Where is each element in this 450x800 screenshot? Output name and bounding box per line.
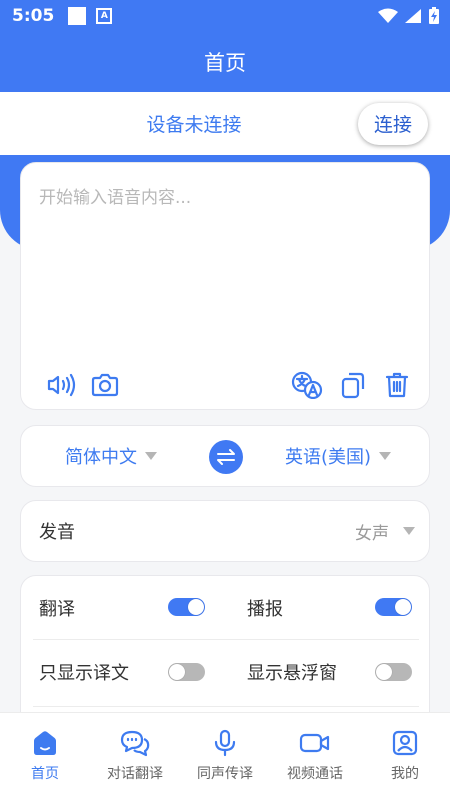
voice-select[interactable]: 女声 (355, 519, 415, 544)
voice-value: 女声 (355, 523, 389, 544)
status-bar: 5:05 A (0, 0, 450, 32)
nav-label-video-call: 视频通话 (287, 766, 343, 782)
bottom-navigation: 首页 对话翻译 同声传译 视频通话 我的 (0, 712, 450, 800)
home-icon (34, 731, 56, 755)
divider (33, 706, 419, 707)
floating-window-toggle-label: 显示悬浮窗 (247, 663, 337, 684)
page-title: 首页 (204, 51, 246, 75)
chevron-down-icon (403, 527, 415, 535)
signal-icon (405, 9, 421, 23)
source-language-label: 简体中文 (65, 447, 137, 468)
nav-item-simultaneous[interactable]: 同声传译 (180, 713, 270, 800)
voice-label: 发音 (39, 522, 75, 543)
nav-item-home[interactable]: 首页 (0, 713, 90, 800)
notification-square-icon (68, 7, 87, 25)
target-language-label: 英语(美国) (285, 447, 372, 468)
nav-label-home: 首页 (31, 766, 59, 782)
toggle-row: 翻译 播报 (21, 576, 431, 640)
input-card (20, 162, 430, 410)
nav-item-profile[interactable]: 我的 (360, 713, 450, 800)
chevron-down-icon (145, 452, 157, 460)
swap-language-button[interactable] (209, 440, 243, 474)
profile-icon (392, 730, 418, 756)
translation-only-toggle[interactable] (168, 663, 205, 681)
trash-icon[interactable] (381, 369, 413, 401)
connect-button[interactable]: 连接 (358, 102, 428, 145)
speech-text-input[interactable] (21, 163, 429, 353)
translate-toggle-label: 翻译 (39, 599, 75, 620)
camera-icon[interactable] (89, 369, 121, 401)
language-selector-card: 简体中文 英语(美国) (20, 425, 430, 487)
translation-only-toggle-label: 只显示译文 (39, 663, 129, 684)
microphone-icon (214, 729, 236, 757)
target-language-select[interactable]: 英语(美国) (285, 443, 392, 469)
status-time: 5:05 (12, 6, 55, 26)
chat-icon (120, 730, 150, 757)
nav-item-conversation[interactable]: 对话翻译 (90, 713, 180, 800)
swap-icon (217, 449, 235, 465)
speaker-icon[interactable] (45, 369, 77, 401)
wifi-icon (378, 8, 398, 23)
broadcast-toggle-label: 播报 (247, 599, 283, 620)
nav-item-video-call[interactable]: 视频通话 (270, 713, 360, 800)
translate-icon[interactable] (291, 369, 323, 401)
battery-icon (429, 7, 439, 24)
nav-label-simultaneous: 同声传译 (197, 766, 253, 782)
broadcast-toggle[interactable] (375, 598, 412, 616)
nav-label-profile: 我的 (391, 766, 419, 782)
translate-toggle[interactable] (168, 598, 205, 616)
toggle-settings-card: 翻译 播报 只显示译文 显示悬浮窗 (20, 575, 430, 735)
nav-label-conversation: 对话翻译 (107, 766, 163, 782)
copy-icon[interactable] (337, 369, 369, 401)
toggle-row: 只显示译文 显示悬浮窗 (21, 640, 431, 704)
connection-status: 设备未连接 (146, 114, 242, 136)
notification-a-icon: A (96, 8, 113, 24)
floating-window-toggle[interactable] (375, 663, 412, 681)
video-camera-icon (299, 733, 330, 753)
source-language-select[interactable]: 简体中文 (65, 443, 157, 469)
chevron-down-icon (379, 452, 392, 460)
connection-bar: 设备未连接 连接 (0, 92, 450, 155)
voice-setting-card[interactable]: 发音 女声 (20, 500, 430, 562)
